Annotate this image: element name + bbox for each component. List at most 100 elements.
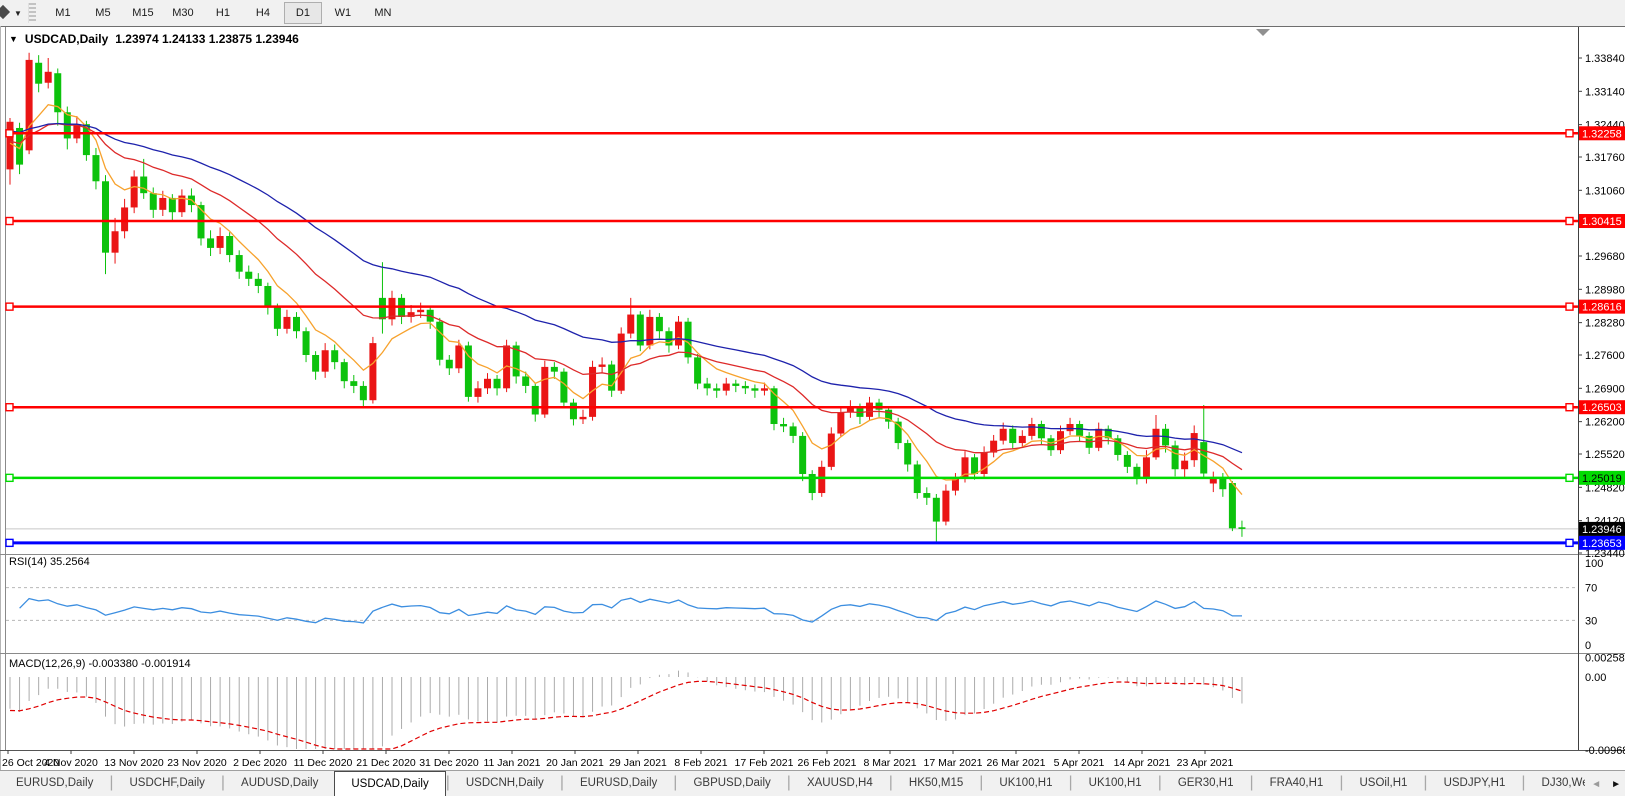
macd-histogram — [9, 670, 1243, 749]
svg-text:13 Nov 2020: 13 Nov 2020 — [104, 757, 164, 769]
svg-text:1.32258: 1.32258 — [1582, 128, 1622, 140]
charts-menu[interactable]: ▼ — [0, 0, 26, 26]
tab-usdcad-daily[interactable]: USDCAD,Daily — [334, 771, 446, 796]
tabs-scroll-right-icon[interactable]: ► — [1611, 779, 1621, 790]
svg-text:1.28616: 1.28616 — [1582, 302, 1622, 314]
svg-text:30: 30 — [1585, 615, 1597, 627]
level-line-1.30415[interactable] — [5, 216, 1578, 226]
chart-cursor-icon[interactable] — [0, 5, 12, 21]
svg-text:11 Jan 2021: 11 Jan 2021 — [483, 757, 540, 769]
symbol-title: USDCAD,Daily — [24, 32, 109, 46]
timeframe-button-h4[interactable]: H4 — [244, 2, 282, 24]
svg-text:1.31760: 1.31760 — [1585, 152, 1625, 164]
toolbar: ▼ M1 M5 M15 M30 H1 H4 D1 W1 MN — [0, 0, 1625, 27]
tab-scroll-controls: ◄ ► — [1585, 771, 1621, 796]
svg-text:1.26900: 1.26900 — [1585, 383, 1625, 395]
ma-mid-line — [9, 123, 1243, 471]
svg-text:1.25520: 1.25520 — [1585, 449, 1625, 461]
macd-signal-line — [9, 680, 1243, 750]
svg-text:8 Feb 2021: 8 Feb 2021 — [674, 757, 727, 769]
svg-text:0.00258: 0.00258 — [1585, 653, 1625, 665]
svg-text:1.29680: 1.29680 — [1585, 251, 1625, 263]
symbol-header[interactable]: ▼ USDCAD,Daily 1.23974 1.24133 1.23875 1… — [9, 32, 299, 46]
chart-frame — [0, 26, 1625, 770]
svg-text:1.28980: 1.28980 — [1585, 284, 1625, 296]
tab-usdjpy-h1[interactable]: USDJPY,H1 — [1428, 771, 1522, 796]
level-price-label-1.26503: 1.26503 — [1579, 400, 1625, 415]
svg-text:29 Jan 2021: 29 Jan 2021 — [609, 757, 667, 769]
timeframe-button-w1[interactable]: W1 — [324, 2, 362, 24]
svg-text:1.27600: 1.27600 — [1585, 350, 1625, 362]
tab-uk100-h1[interactable]: UK100,H1 — [983, 771, 1068, 796]
tab-usdcnh-daily[interactable]: USDCNH,Daily — [450, 771, 560, 796]
svg-text:0.00: 0.00 — [1585, 672, 1606, 684]
svg-text:31 Dec 2020: 31 Dec 2020 — [419, 757, 479, 769]
mt4-window: ▼ M1 M5 M15 M30 H1 H4 D1 W1 MN 1.33840 1.33140 1.3… — [0, 0, 1625, 796]
tab-eurusd-daily[interactable]: EURUSD,Daily — [0, 771, 109, 796]
candles — [6, 52, 1246, 544]
ma-slow-line — [9, 122, 1243, 454]
chart-tab-bar: EURUSD,Daily | USDCHF,Daily | AUDUSD,Daily US… — [0, 770, 1625, 796]
timeframe-button-d1[interactable]: D1 — [283, 2, 322, 24]
svg-text:1.33840: 1.33840 — [1585, 53, 1625, 65]
svg-text:1.33140: 1.33140 — [1585, 86, 1625, 98]
svg-text:26 Feb 2021: 26 Feb 2021 — [798, 757, 857, 769]
macd-indicator-label: MACD(12,26,9) -0.003380 -0.001914 — [9, 658, 191, 670]
svg-text:1.25019: 1.25019 — [1582, 473, 1622, 485]
price-chart-canvas[interactable]: 1.338401.331401.324401.317601.310601.303… — [0, 26, 1625, 770]
level-price-label-1.32258: 1.32258 — [1579, 126, 1625, 141]
svg-text:4 Nov 2020: 4 Nov 2020 — [44, 757, 98, 769]
svg-text:5 Apr 2021: 5 Apr 2021 — [1054, 757, 1105, 769]
tabs-scroll-left-icon[interactable]: ◄ — [1591, 779, 1601, 790]
svg-text:8 Mar 2021: 8 Mar 2021 — [863, 757, 916, 769]
tab-eurusd-daily[interactable]: EURUSD,Daily — [564, 771, 673, 796]
symbol-ohlc-values: 1.23974 1.24133 1.23875 1.23946 — [115, 32, 299, 46]
svg-text:23 Nov 2020: 23 Nov 2020 — [167, 757, 227, 769]
current-price-label: 1.23946 — [1579, 521, 1625, 536]
svg-text:17 Feb 2021: 17 Feb 2021 — [735, 757, 794, 769]
level-line-1.28616[interactable] — [5, 302, 1578, 311]
collapse-triangle-icon[interactable]: ▼ — [9, 34, 18, 44]
timeframe-button-h1[interactable]: H1 — [204, 2, 242, 24]
svg-text:14 Apr 2021: 14 Apr 2021 — [1114, 757, 1171, 769]
dropdown-arrow-icon[interactable]: ▼ — [14, 9, 22, 18]
svg-text:70: 70 — [1585, 583, 1597, 595]
tab-xauusd-h4[interactable]: XAUUSD,H4 — [791, 771, 889, 796]
timeframe-button-m5[interactable]: M5 — [84, 2, 122, 24]
macd-axis: 0.00258 0.00 -0.009687 — [1585, 653, 1625, 757]
tab-uk100-h1[interactable]: UK100,H1 — [1073, 771, 1158, 796]
tab-ger30-h1[interactable]: GER30,H1 — [1162, 771, 1250, 796]
level-price-label-1.30415: 1.30415 — [1579, 214, 1625, 229]
tab-usoil-h1[interactable]: USOil,H1 — [1343, 771, 1423, 796]
level-line-1.23653[interactable] — [5, 538, 1578, 548]
svg-text:23 Apr 2021: 23 Apr 2021 — [1177, 757, 1234, 769]
svg-text:17 Mar 2021: 17 Mar 2021 — [924, 757, 983, 769]
level-line-1.32258[interactable] — [5, 129, 1578, 138]
tab-hk50-m15[interactable]: HK50,M15 — [893, 771, 979, 796]
rsi-axis: 100 70 30 0 — [1585, 558, 1603, 652]
svg-text:21 Dec 2020: 21 Dec 2020 — [356, 757, 416, 769]
chart-tabs: EURUSD,Daily | USDCHF,Daily | AUDUSD,Daily US… — [0, 771, 1625, 796]
svg-text:-0.009687: -0.009687 — [1585, 745, 1625, 757]
svg-text:1.23946: 1.23946 — [1582, 524, 1622, 536]
svg-text:1.31060: 1.31060 — [1585, 185, 1625, 197]
svg-text:1.28280: 1.28280 — [1585, 318, 1625, 330]
timeframe-button-m15[interactable]: M15 — [124, 2, 162, 24]
level-price-label-1.25019: 1.25019 — [1579, 470, 1625, 485]
tab-gbpusd-daily[interactable]: GBPUSD,Daily — [677, 771, 786, 796]
timeframe-button-m30[interactable]: M30 — [164, 2, 202, 24]
svg-text:1.26503: 1.26503 — [1582, 402, 1622, 414]
svg-text:2 Dec 2020: 2 Dec 2020 — [233, 757, 287, 769]
svg-text:100: 100 — [1585, 558, 1603, 570]
tab-usdchf-daily[interactable]: USDCHF,Daily — [113, 771, 220, 796]
tab-audusd-daily[interactable]: AUDUSD,Daily — [225, 771, 334, 796]
level-price-label-1.28616: 1.28616 — [1579, 299, 1625, 314]
chart-shift-marker[interactable] — [1256, 29, 1270, 36]
svg-text:1.30415: 1.30415 — [1582, 216, 1622, 228]
level-line-1.25019[interactable] — [5, 473, 1578, 483]
toolbar-grip — [27, 3, 36, 23]
rsi-line — [19, 597, 1242, 624]
timeframe-button-mn[interactable]: MN — [364, 2, 402, 24]
tab-fra40-h1[interactable]: FRA40,H1 — [1254, 771, 1340, 796]
timeframe-button-m1[interactable]: M1 — [44, 2, 82, 24]
